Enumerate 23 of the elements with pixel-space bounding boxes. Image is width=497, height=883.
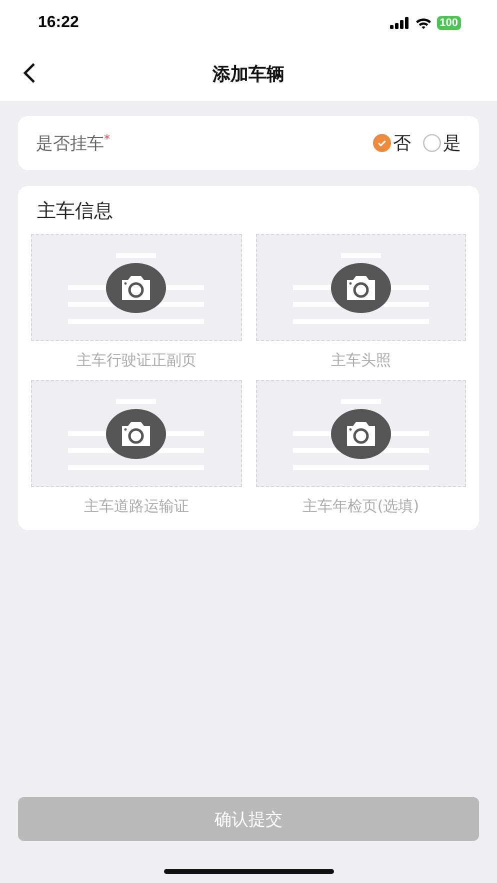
- upload-area[interactable]: [256, 380, 466, 487]
- upload-area[interactable]: [31, 234, 242, 341]
- camera-icon: [106, 408, 166, 458]
- camera-icon: [330, 408, 391, 458]
- required-mark: *: [104, 132, 110, 146]
- camera-icon: [106, 262, 166, 312]
- status-time: 16:22: [38, 14, 79, 32]
- upload-area[interactable]: [31, 380, 242, 487]
- wifi-icon: [414, 17, 432, 29]
- field-label: 是否挂车: [36, 132, 104, 154]
- upload-label: 主车道路运输证: [84, 497, 189, 516]
- signal-icon: [390, 17, 410, 29]
- back-icon[interactable]: [22, 62, 36, 84]
- radio-option[interactable]: 否: [373, 131, 411, 155]
- section-title: 主车信息: [36, 199, 114, 224]
- battery-indicator: 100: [436, 16, 461, 30]
- upload-label: 主车年检页(选填): [302, 497, 420, 516]
- upload-label: 主车头照: [330, 351, 391, 370]
- camera-icon: [330, 262, 391, 312]
- upload-label: 主车行驶证正副页: [76, 351, 196, 370]
- upload-area[interactable]: [256, 234, 466, 341]
- radio-option[interactable]: 是: [423, 131, 461, 155]
- page-title: 添加车辆: [212, 62, 284, 86]
